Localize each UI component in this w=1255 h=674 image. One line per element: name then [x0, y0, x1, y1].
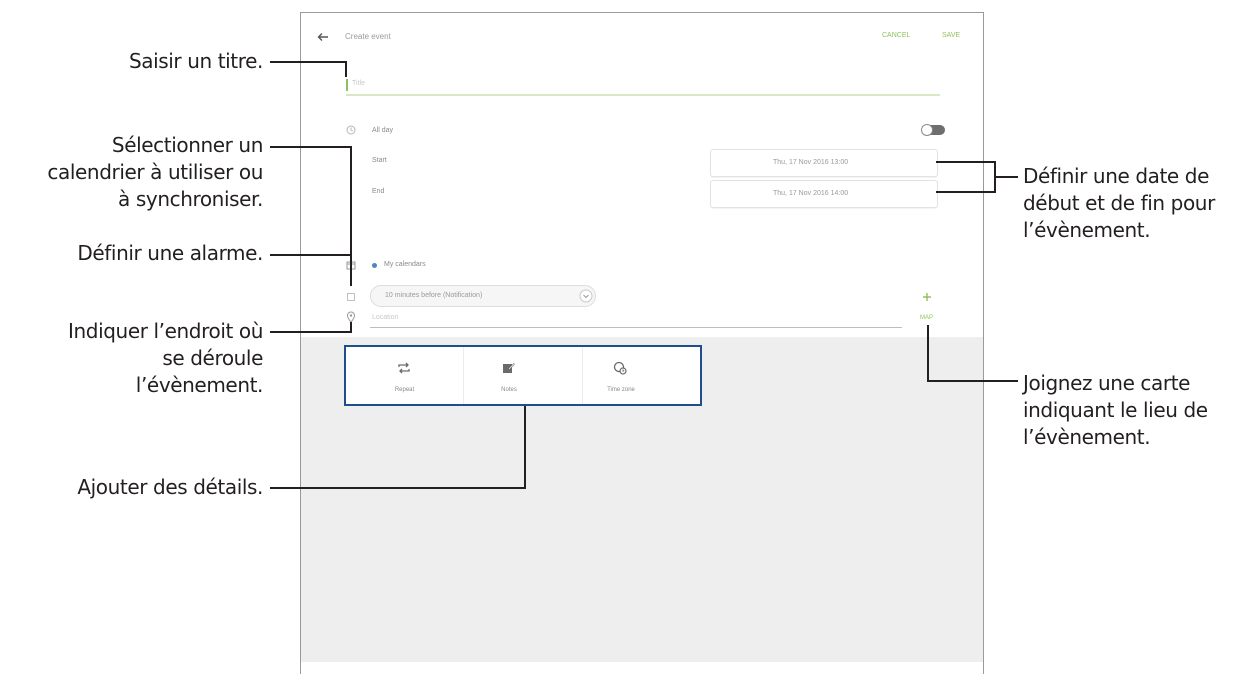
leader-line-dates-bottom [936, 191, 996, 193]
allday-label: All day [372, 127, 394, 134]
annotation-text: début et de fin pour [1023, 191, 1215, 215]
leader-line-details [270, 487, 526, 489]
annotation-text: l’évènement. [135, 373, 264, 397]
reminder-value: 10 minutes before (Notification) [385, 292, 483, 299]
notes-button[interactable]: Notes [464, 347, 582, 407]
header-title: Create event [345, 32, 391, 41]
annotation-text: Définir une alarme. [77, 241, 263, 265]
notes-label: Notes [501, 387, 517, 393]
leader-line-calendar-drop [350, 146, 352, 256]
cancel-button[interactable]: CANCEL [882, 32, 910, 39]
leader-line-map-drop [927, 325, 929, 382]
leader-line-location [270, 331, 352, 333]
leader-line-title-tick [345, 61, 347, 77]
end-date-field[interactable]: Thu, 17 Nov 2016 14:00 [710, 180, 938, 208]
add-reminder-button[interactable] [921, 290, 933, 302]
notes-icon [503, 362, 516, 373]
end-date-value: Thu, 17 Nov 2016 14:00 [773, 190, 849, 197]
annotation-text: l’évènement. [1023, 425, 1151, 449]
save-button[interactable]: SAVE [942, 32, 960, 39]
start-label: Start [372, 157, 387, 164]
title-input[interactable]: Title [346, 76, 940, 96]
location-placeholder: Location [372, 314, 399, 321]
chevron-down-icon [579, 289, 593, 303]
title-placeholder: Title [352, 80, 365, 87]
leader-line-details-rise [524, 406, 526, 489]
annotation-details: Ajouter des détails. [77, 474, 263, 501]
back-button[interactable] [316, 30, 330, 44]
annotation-text: Sélectionner un [111, 133, 263, 157]
repeat-icon [398, 362, 410, 374]
leader-line-dates-top [936, 161, 996, 163]
location-input[interactable]: Location [370, 312, 902, 328]
annotation-text: indiquant le lieu de [1023, 398, 1208, 422]
annotation-text: Ajouter des détails. [77, 475, 263, 499]
alarm-icon [347, 293, 355, 301]
repeat-button[interactable]: Repeat [346, 347, 463, 407]
text-cursor [346, 79, 348, 91]
annotation-calendar: Sélectionner un calendrier à utiliser ou… [47, 132, 263, 213]
reminder-dropdown[interactable]: 10 minutes before (Notification) [370, 285, 596, 307]
annotation-text: calendrier à utiliser ou [47, 160, 263, 184]
annotation-title: Saisir un titre. [129, 48, 263, 75]
annotation-text: Définir une date de [1023, 164, 1209, 188]
end-label: End [372, 188, 385, 195]
time-zone-label: Time zone [607, 387, 635, 393]
leader-line-map [927, 380, 1018, 382]
start-date-field[interactable]: Thu, 17 Nov 2016 13:00 [710, 149, 938, 177]
annotation-text: Saisir un titre. [128, 49, 263, 73]
leader-line-location-rise [350, 322, 352, 333]
toggle-knob [921, 124, 933, 136]
back-arrow-icon [317, 33, 328, 41]
title-underline [346, 94, 940, 96]
allday-toggle[interactable] [921, 124, 945, 136]
start-date-value: Thu, 17 Nov 2016 13:00 [773, 159, 849, 166]
calendar-selector[interactable]: My calendars [384, 261, 426, 268]
leader-line-alarm [270, 254, 352, 256]
annotation-location: Indiquer l’endroit où se déroule l’évène… [68, 318, 263, 399]
annotation-text: Joignez une carte [1023, 371, 1191, 395]
plus-icon [923, 293, 931, 301]
clock-icon [346, 125, 356, 135]
leader-line-dates [994, 176, 1018, 178]
location-underline [370, 327, 902, 328]
annotation-text: à synchroniser. [118, 187, 263, 211]
annotation-dates: Définir une date de début et de fin pour… [1023, 163, 1215, 244]
annotation-map: Joignez une carte indiquant le lieu de l… [1023, 370, 1208, 451]
time-zone-icon [613, 361, 627, 375]
repeat-label: Repeat [394, 387, 415, 393]
annotation-text: se déroule [162, 346, 263, 370]
details-callout: Repeat Notes Time zone [344, 345, 702, 406]
leader-line-alarm-drop [350, 254, 352, 286]
time-zone-button[interactable]: Time zone [583, 347, 700, 407]
annotation-alarm: Définir une alarme. [77, 240, 263, 267]
calendar-color-dot [372, 263, 377, 268]
leader-line-title [270, 61, 346, 63]
leader-line-calendar [270, 146, 352, 148]
annotation-text: Indiquer l’endroit où [68, 319, 263, 343]
annotation-text: l’évènement. [1023, 218, 1151, 242]
map-button[interactable]: MAP [920, 315, 933, 321]
